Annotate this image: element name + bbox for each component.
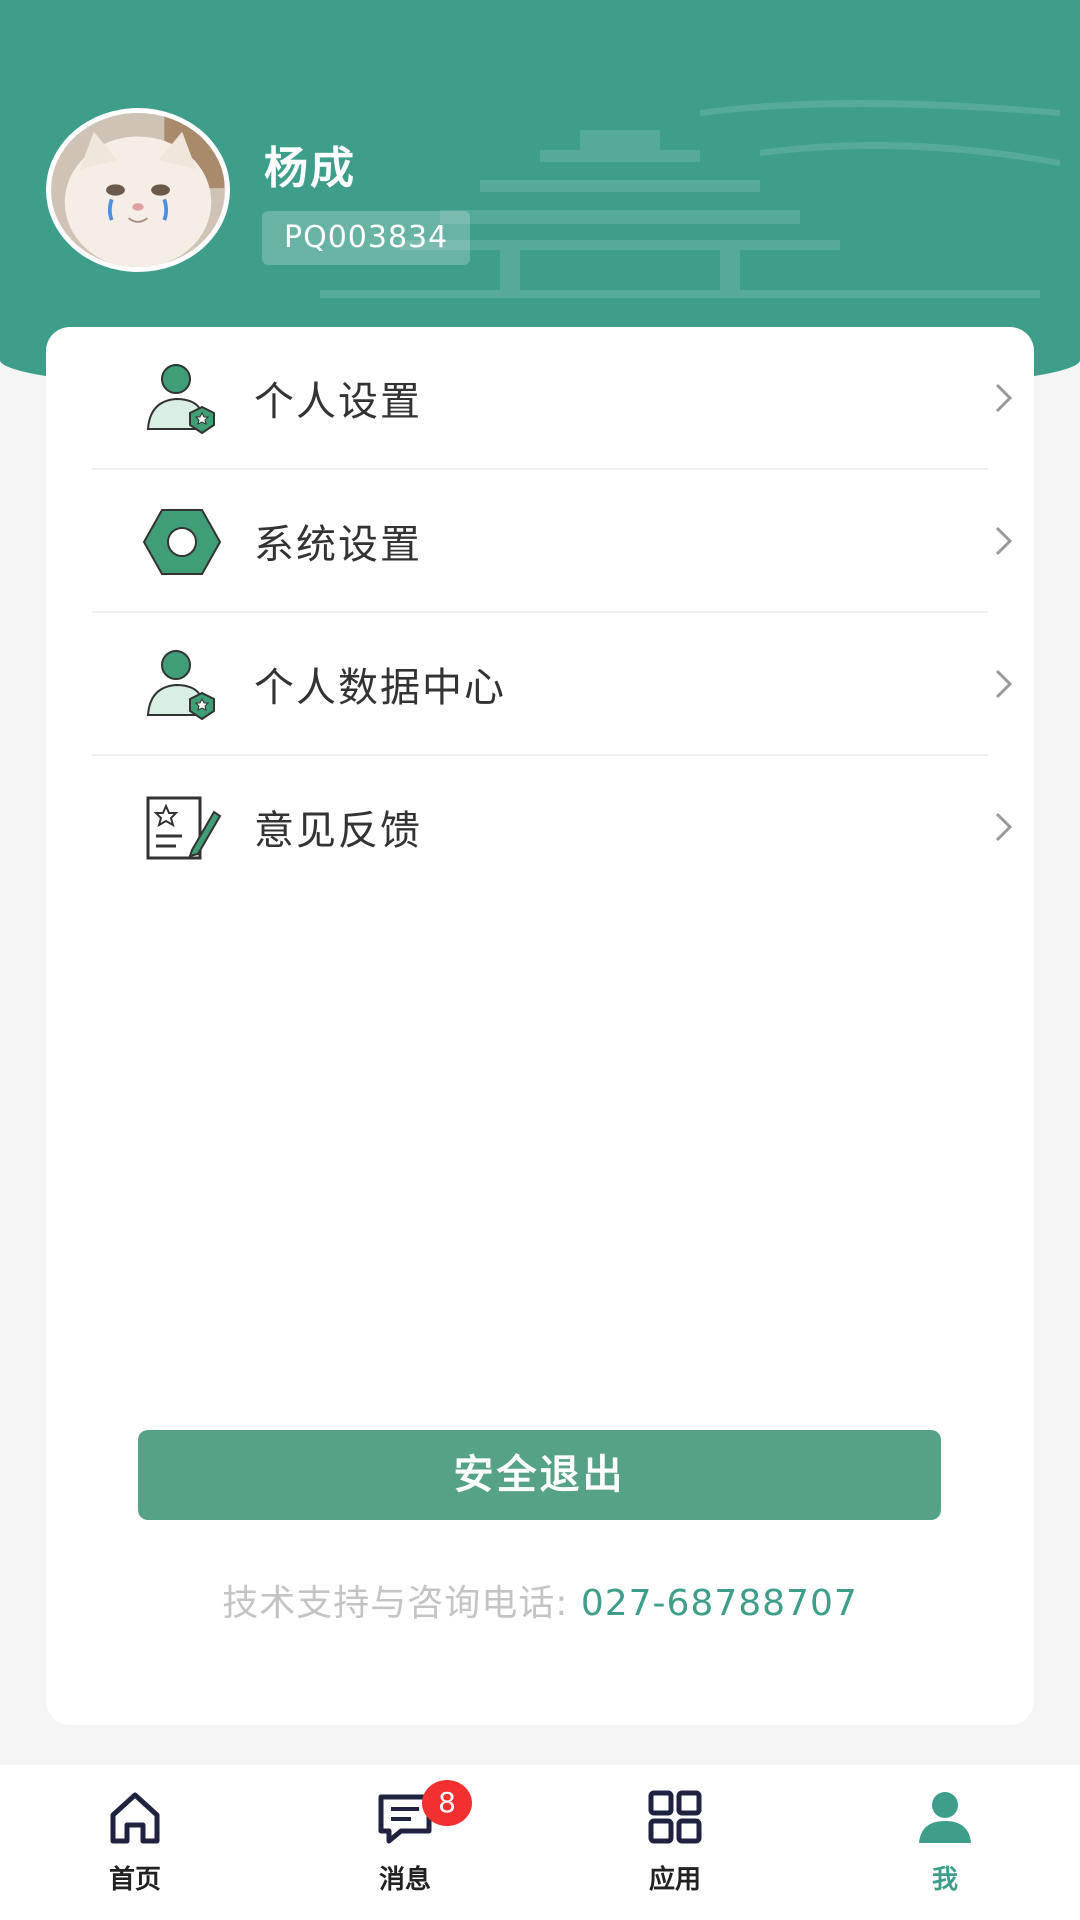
- support-phone-link[interactable]: 027-68788707: [581, 1583, 858, 1624]
- cat-avatar-icon: [51, 113, 225, 267]
- logout-button[interactable]: 安全退出: [138, 1430, 941, 1520]
- architecture-decoration-icon: [320, 100, 1060, 298]
- menu-item-feedback[interactable]: 意见反馈: [92, 756, 1013, 899]
- user-shield-icon: [146, 650, 215, 721]
- menu-item-label: 个人设置: [254, 379, 422, 425]
- chevron-right-icon: [995, 812, 1013, 842]
- feedback-edit-icon: [146, 796, 222, 860]
- apps-grid-icon: [648, 1790, 702, 1844]
- nav-item-me[interactable]: 我: [810, 1765, 1080, 1920]
- nav-label: 我: [931, 1865, 958, 1895]
- nav-label: 消息: [378, 1865, 431, 1895]
- menu-item-personal-data-center[interactable]: 个人数据中心: [92, 613, 1013, 756]
- menu-card: 个人设置 系统设置 个人数据中心 意见反馈 安全退出 技术支持与咨询电话: 02…: [46, 327, 1034, 1725]
- user-name: 杨成: [264, 143, 356, 194]
- user-shield-icon: [146, 364, 215, 435]
- menu-item-system-settings[interactable]: 系统设置: [92, 470, 1013, 613]
- chevron-right-icon: [995, 383, 1013, 413]
- menu-item-label: 系统设置: [254, 522, 422, 568]
- menu-item-label: 个人数据中心: [254, 665, 506, 711]
- support-label: 技术支持与咨询电话:: [222, 1583, 581, 1624]
- menu-item-label: 意见反馈: [254, 808, 422, 854]
- nav-item-home[interactable]: 首页: [0, 1765, 270, 1920]
- avatar[interactable]: [46, 108, 230, 272]
- person-icon: [919, 1792, 971, 1843]
- home-icon: [110, 1792, 160, 1844]
- menu-item-personal-settings[interactable]: 个人设置: [92, 327, 1013, 470]
- nav-item-apps[interactable]: 应用: [540, 1765, 810, 1920]
- chevron-right-icon: [995, 669, 1013, 699]
- nav-label: 首页: [108, 1865, 161, 1895]
- nav-item-messages[interactable]: 8 消息: [270, 1765, 540, 1920]
- chevron-right-icon: [995, 526, 1013, 556]
- hex-nut-icon: [142, 509, 222, 575]
- employee-id-badge: PQ003834: [262, 211, 471, 265]
- bottom-nav: 首页 8 消息 应用 我: [0, 1765, 1080, 1920]
- support-info: 技术支持与咨询电话: 027-68788707: [46, 1574, 1034, 1626]
- profile-page: 杨成 PQ003834 个人设置 系统设置 个人数据中心 意见反馈 安全退出 技…: [0, 0, 1080, 1920]
- unread-badge: 8: [422, 1780, 472, 1826]
- nav-label: 应用: [648, 1865, 701, 1895]
